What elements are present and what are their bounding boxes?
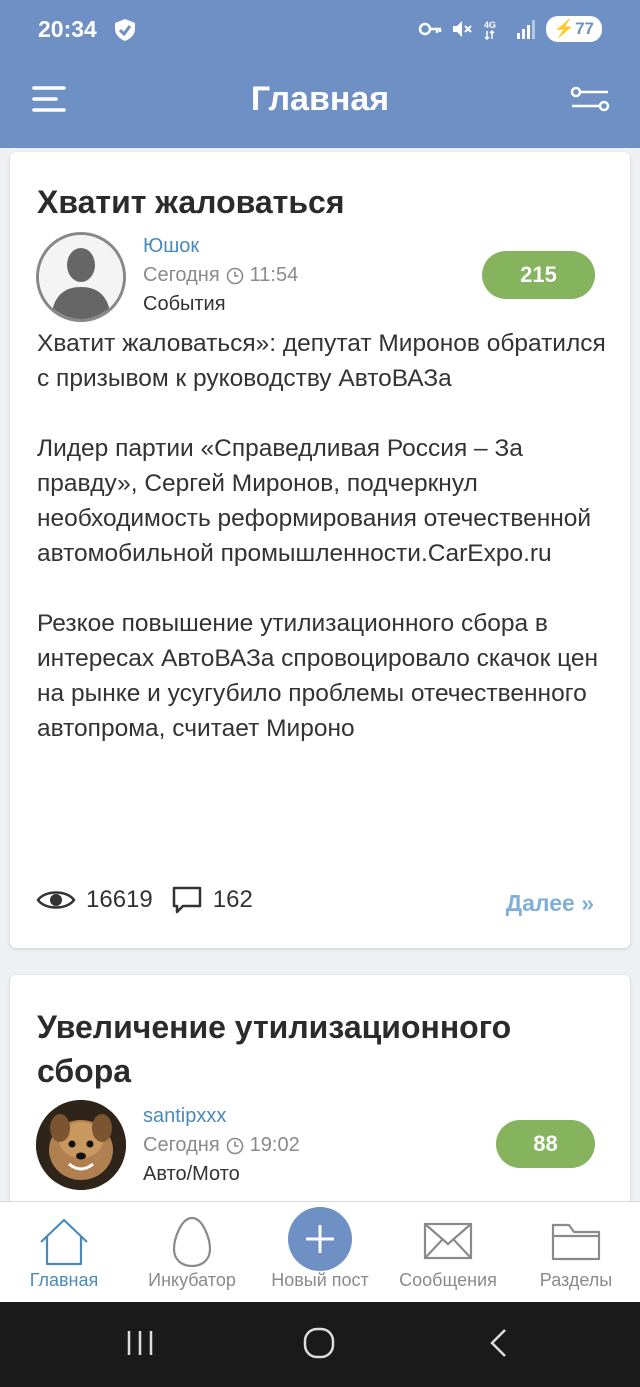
clock-icon [226, 1137, 243, 1154]
signal-4g-icon: 4G [484, 20, 496, 41]
post-stats: 16619 162 [36, 885, 253, 915]
post-title[interactable]: Увеличение утилизационного сбора [37, 1005, 597, 1093]
status-time: 20:34 [38, 16, 97, 42]
back-icon[interactable] [487, 1327, 511, 1359]
recents-icon[interactable] [125, 1328, 155, 1358]
tab-label: Главная [29, 1270, 99, 1290]
comments-count: 162 [212, 886, 253, 913]
rating-badge[interactable]: 88 [496, 1120, 595, 1168]
dog-avatar-image [36, 1100, 126, 1190]
filter-icon[interactable] [570, 84, 610, 114]
author-name[interactable]: santipxxx [143, 1105, 226, 1128]
key-icon [418, 22, 442, 36]
page-title: Главная [250, 80, 390, 118]
clock-icon [226, 267, 243, 284]
tab-home[interactable]: Главная [0, 1202, 128, 1303]
new-post-button[interactable] [288, 1207, 352, 1271]
tab-incubator[interactable]: Инкубатор [128, 1202, 256, 1303]
post-paragraph: Лидер партии «Справедливая Россия – За п… [37, 435, 592, 567]
comment-icon [172, 886, 201, 914]
post-category[interactable]: Авто/Мото [143, 1163, 240, 1186]
shield-icon [115, 19, 135, 41]
envelope-icon [423, 1222, 473, 1260]
egg-icon [172, 1216, 212, 1268]
post-date: Сегодня [143, 264, 220, 286]
plus-icon [306, 1225, 334, 1253]
tab-sections[interactable]: Разделы [512, 1202, 640, 1303]
tab-label: Сообщения [399, 1270, 497, 1290]
svg-text:4G: 4G [484, 20, 496, 30]
tab-label: Новый пост [271, 1270, 369, 1290]
post-body[interactable]: Хватит жаловаться»: депутат Миронов обра… [37, 326, 607, 781]
app-bar: Главная [0, 62, 640, 148]
post-category[interactable]: События [143, 293, 226, 316]
home-icon [40, 1218, 88, 1266]
post-meta: Сегодня 19:02 [143, 1134, 300, 1157]
post-paragraph: Резкое повышение утилизационного сбора в… [37, 610, 599, 742]
views-count: 16619 [86, 886, 153, 913]
default-avatar-icon [39, 235, 123, 319]
tab-new-post[interactable]: Новый пост [256, 1202, 384, 1303]
home-nav-icon[interactable] [302, 1326, 336, 1360]
tab-label: Инкубатор [148, 1270, 236, 1290]
tab-messages[interactable]: Сообщения [384, 1202, 512, 1303]
avatar[interactable] [36, 1100, 126, 1190]
author-name[interactable]: Юшок [143, 235, 199, 258]
rating-badge[interactable]: 215 [482, 251, 595, 299]
read-more-link[interactable]: Далее » [506, 890, 594, 917]
battery-indicator: ⚡ 77 [545, 16, 602, 42]
folder-icon [551, 1223, 601, 1261]
system-nav-bar [0, 1302, 640, 1387]
avatar[interactable] [36, 232, 126, 322]
battery-level: 77 [575, 19, 594, 38]
eye-icon [36, 891, 76, 909]
post-card[interactable]: Увеличение утилизационного сбора santipx… [10, 975, 630, 1235]
post-card[interactable]: Хватит жаловаться Юшок Сегодня 11:54 Соб… [10, 152, 630, 948]
post-paragraph: Хватит жаловаться»: депутат Миронов обра… [37, 330, 606, 392]
post-time: 11:54 [249, 264, 299, 286]
signal-bars-icon [516, 20, 535, 39]
post-date: Сегодня [143, 1134, 220, 1156]
post-title[interactable]: Хватит жаловаться [37, 180, 344, 224]
status-bar: 20:34 4G ⚡ 77 [0, 0, 640, 62]
mute-icon [452, 21, 472, 37]
post-time: 19:02 [249, 1134, 300, 1156]
tab-label: Разделы [539, 1270, 613, 1290]
charging-icon: ⚡ [553, 19, 576, 38]
bottom-tab-bar: Главная Инкубатор Новый пост Сообщения Р… [0, 1201, 640, 1302]
post-meta: Сегодня 11:54 [143, 264, 298, 287]
